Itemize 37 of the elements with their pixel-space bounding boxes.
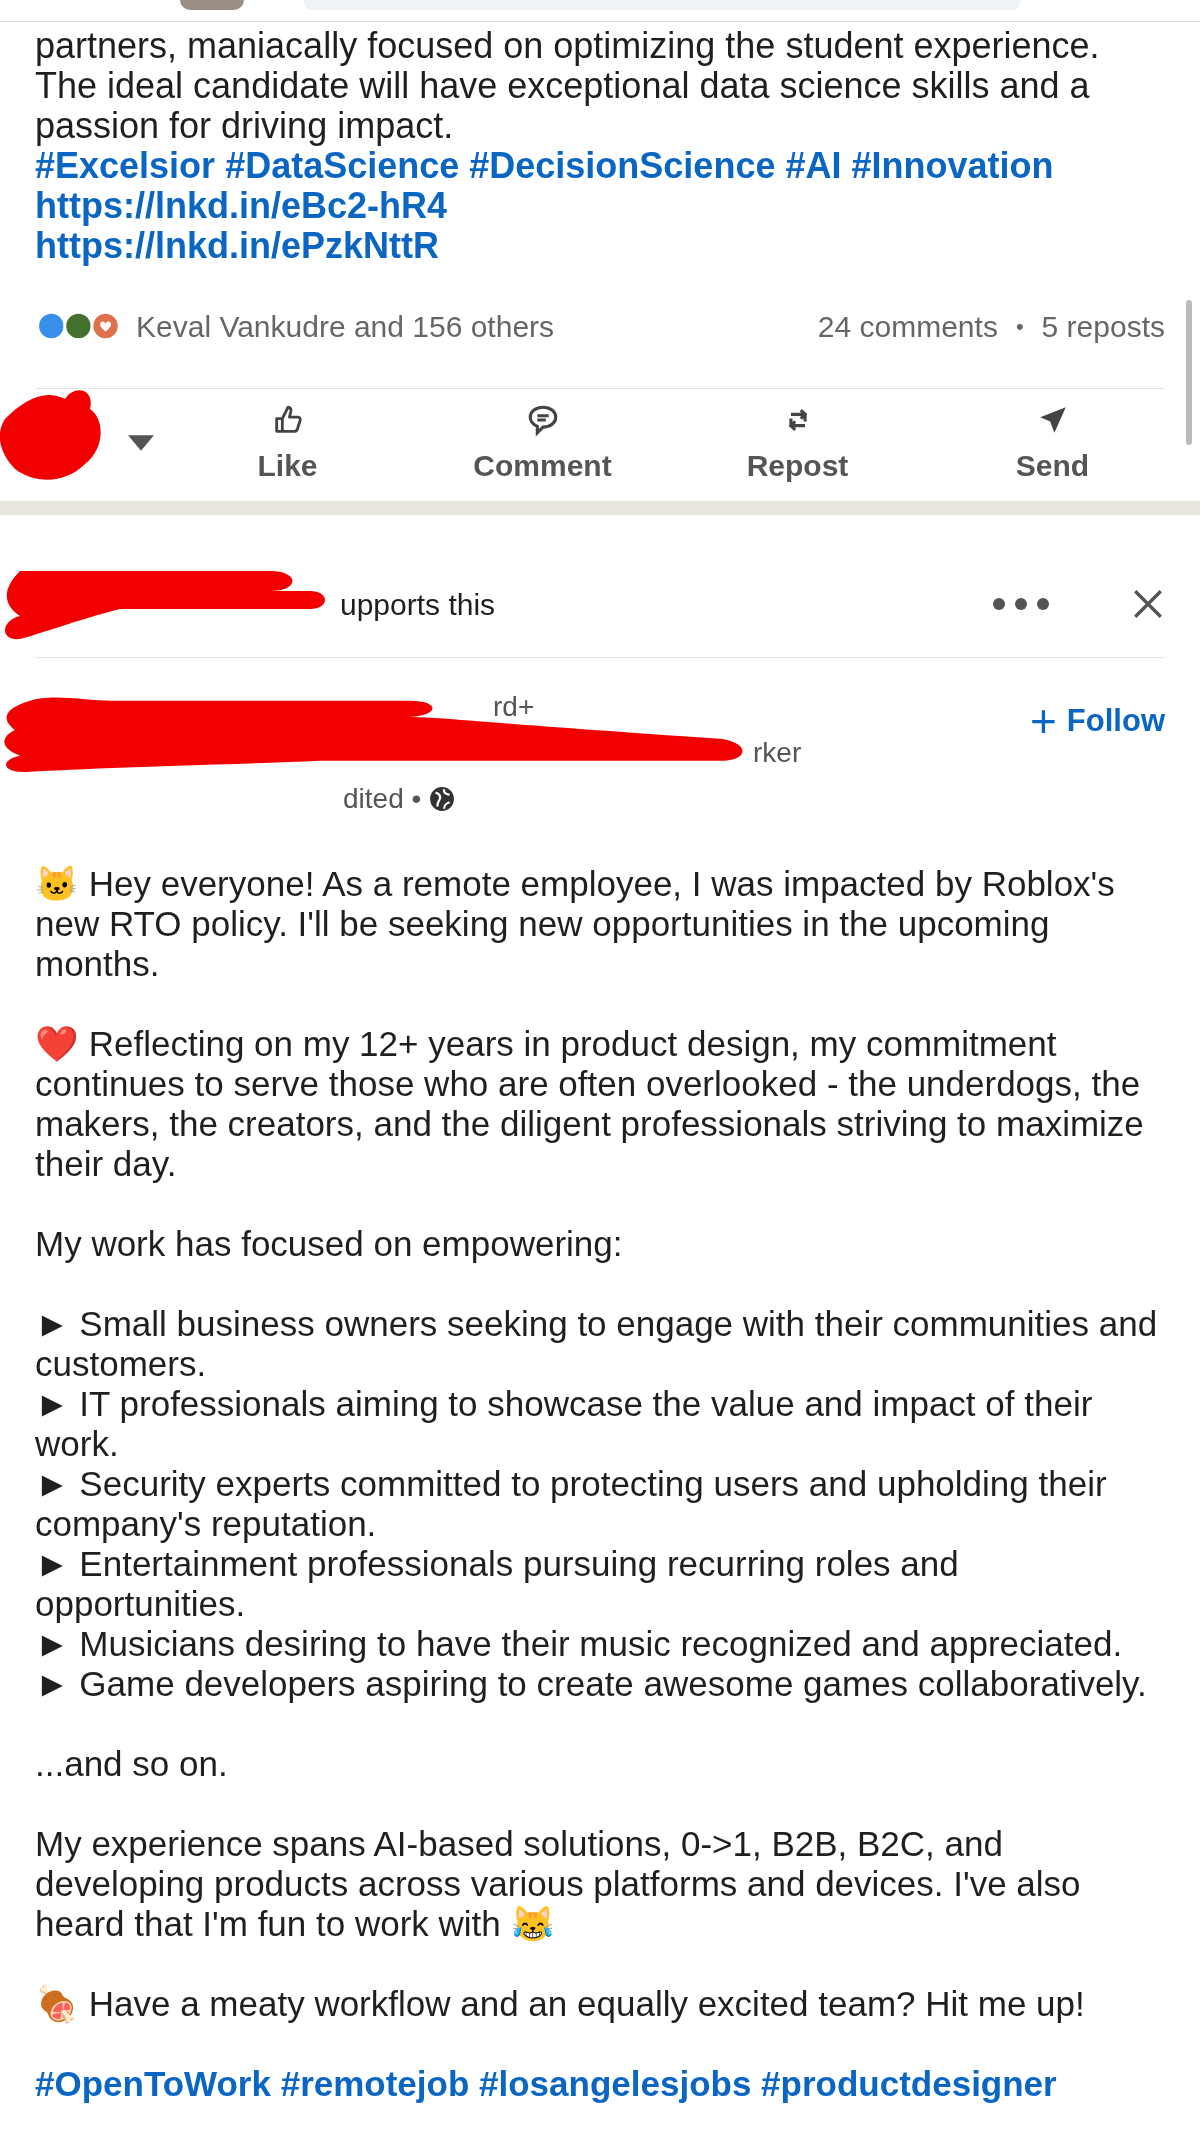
post-text: passion for driving impact. [35,106,455,146]
comments-count[interactable]: 24 comments [817,303,998,349]
bullet-item: ► Musicians desiring to have their music recognized and appreciated. [35,1624,1124,1664]
post-paragraph: 🍖 Have a meaty workflow and an equally excited team? Hit me up! [35,1984,1086,2024]
follow-button[interactable]: + Follow [1029,698,1165,745]
globe-icon [429,786,456,812]
post-paragraph: ❤ Reflecting on my 12+ years in product design, my commitment continues to serve those who are often overlooked - the underdogs, the makers, the creators, and the diligent professionals striving to maximize their day. [35,1024,1145,1184]
social-context-text: upports this [340,586,496,623]
reposts-count[interactable]: 5 reposts [1041,303,1165,349]
post-paragraph: ...and so on. [35,1744,229,1784]
post-paragraph: 🐱 Hey everyone! As a remote employee, I was impacted by Roblox's new RTO policy. I'll be seeking new opportunities in the upcoming months. [35,864,1116,984]
separator-dot: • [1015,312,1024,341]
action-button[interactable]: Comment [415,402,670,488]
post-link[interactable]: https://lnkd.in/eBc2-hR4 [35,186,448,226]
post-link[interactable]: https://lnkd.in/ePzkNttR [35,226,439,266]
close-icon[interactable] [1131,587,1165,621]
bullet-item: ► Security experts committed to protecting users and upholding their company's reputation. [35,1464,1108,1544]
author-headline: rker [753,736,802,770]
hashtag-links[interactable]: #Excelsior #DataScience #DecisionScience #AI #Innovation [35,146,1165,186]
bullet-item: ► Entertainment professionals pursuing recurring roles and opportunities. [35,1544,960,1624]
post-time: dited • [343,782,422,816]
reactions-count[interactable]: Keval Vankudre and 156 others [136,303,555,349]
post-text: partners, maniacally focused on optimizing the student experience. [35,26,1101,66]
more-options-icon[interactable] [991,597,1051,611]
bullet-item: ► Small business owners seeking to engage with their communities and customers. [35,1304,1159,1384]
avatar [180,0,245,10]
action-button[interactable]: Repost [670,402,925,488]
bullet-item: ► IT professionals aiming to showcase the value and impact of their work. [35,1384,1094,1464]
post-text: The ideal candidate will have exceptional data science skills and a [35,66,1090,106]
connection-degree: rd+ [493,690,536,724]
hashtag-links[interactable]: #OpenToWork #remotejob #losangelesjobs #productdesigner [35,2064,1170,2104]
caret-icon[interactable] [128,435,154,451]
post-paragraph: My work has focused on empowering: [35,1224,624,1264]
post-paragraph: My experience spans AI-based solutions, 0->1, B2B, B2C, and developing products across various platforms and devices. I've also heard that I'm fun to work with 😹 [35,1824,1082,1944]
bullet-item: ► Game developers aspiring to create awesome games collaboratively. [35,1664,1148,1704]
action-button[interactable]: Send [925,402,1180,488]
action-button[interactable]: Like [160,402,415,488]
